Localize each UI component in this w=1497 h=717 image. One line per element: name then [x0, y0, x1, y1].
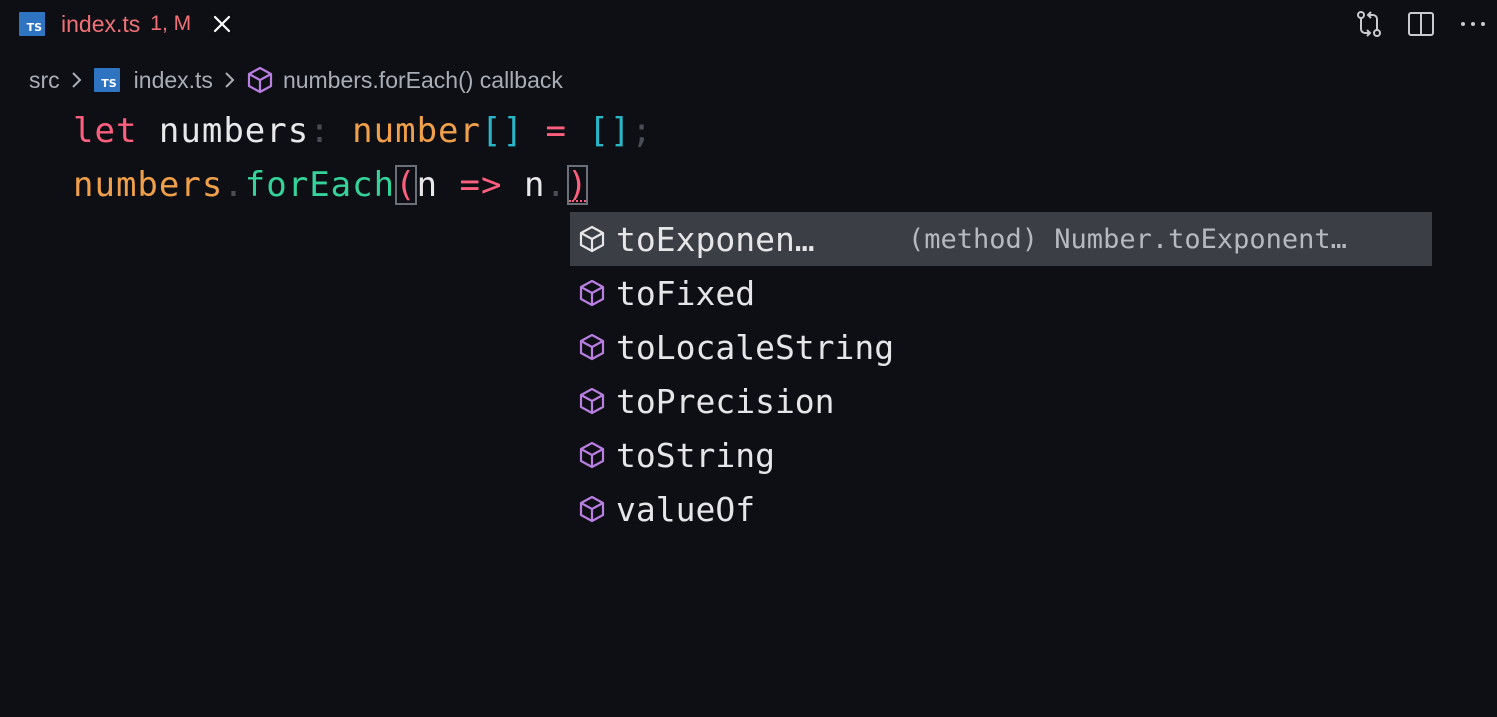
tab-status: 1, M [150, 12, 192, 35]
method-cube-icon [577, 387, 607, 415]
param-ref: n [523, 165, 546, 205]
suggestion-label: toFixed [616, 273, 756, 313]
dot: . [545, 165, 567, 205]
method-cube-icon [577, 225, 607, 253]
git-compare-icon[interactable] [1353, 8, 1385, 40]
method-call: forEach [244, 165, 396, 205]
type-annotation: number [352, 111, 481, 151]
close-icon[interactable] [211, 13, 233, 35]
breadcrumb-file-label: index.ts [133, 66, 213, 93]
open-paren: ( [395, 165, 417, 205]
method-cube-icon [247, 66, 273, 94]
breadcrumb-symbol-label: numbers.forEach() callback [282, 66, 563, 93]
param-n: n [416, 165, 439, 205]
tab-bar: TS index.ts 1, M [0, 0, 1497, 50]
breadcrumb-symbol[interactable]: numbers.forEach() callback [247, 66, 563, 94]
suggestion-item[interactable]: toPrecision [570, 374, 1432, 428]
code-line-1[interactable]: let numbers: number[] = []; [73, 104, 653, 158]
suggest-widget: toExponen… (method) Number.toExponent… t… [570, 212, 1432, 536]
suggestion-label: toString [616, 435, 775, 475]
typescript-file-icon: TS [93, 68, 120, 92]
code-line-2[interactable]: numbers.forEach(n => n.) [73, 158, 653, 212]
method-cube-icon [577, 333, 607, 361]
editor-actions [1353, 8, 1489, 40]
suggestion-item[interactable]: toExponen… (method) Number.toExponent… [570, 212, 1432, 266]
chevron-right-icon [223, 71, 235, 89]
suggestion-item[interactable]: toString [570, 428, 1432, 482]
breadcrumb: src TS index.ts numbers.forEach() callba… [29, 62, 563, 98]
method-cube-icon [577, 279, 607, 307]
arrow-operator: => [459, 165, 503, 205]
variable-name: numbers [158, 111, 310, 151]
colon: : [309, 111, 331, 151]
array-literal: [] [588, 111, 632, 151]
more-actions-icon[interactable] [1457, 8, 1489, 40]
suggestion-detail: (method) Number.toExponent… [908, 223, 1347, 255]
split-editor-icon[interactable] [1405, 8, 1437, 40]
keyword-let: let [73, 111, 138, 151]
assignment-operator: = [545, 111, 567, 151]
suggestion-item[interactable]: toLocaleString [570, 320, 1432, 374]
suggestion-item[interactable]: toFixed [570, 266, 1432, 320]
suggestion-label: toPrecision [616, 381, 835, 421]
method-cube-icon [577, 441, 607, 469]
tab-index-ts[interactable]: TS index.ts 1, M [0, 0, 247, 48]
method-cube-icon [577, 495, 607, 523]
close-paren: ) [566, 165, 589, 205]
code-editor[interactable]: let numbers: number[] = []; numbers.forE… [73, 104, 653, 212]
array-brackets: [] [481, 111, 524, 151]
breadcrumb-folder[interactable]: src [29, 67, 60, 94]
dot: . [223, 165, 245, 205]
suggestion-item[interactable]: valueOf [570, 482, 1432, 536]
suggestion-label: toExponen… [616, 219, 815, 259]
typescript-file-icon: TS [19, 12, 45, 36]
breadcrumb-file[interactable]: TS index.ts [93, 66, 213, 94]
chevron-right-icon [70, 71, 82, 89]
semicolon: ; [631, 111, 653, 151]
suggestion-label: valueOf [616, 489, 756, 529]
object-ref: numbers [73, 165, 224, 205]
suggestion-label: toLocaleString [616, 327, 895, 367]
tab-filename: index.ts [61, 10, 141, 37]
